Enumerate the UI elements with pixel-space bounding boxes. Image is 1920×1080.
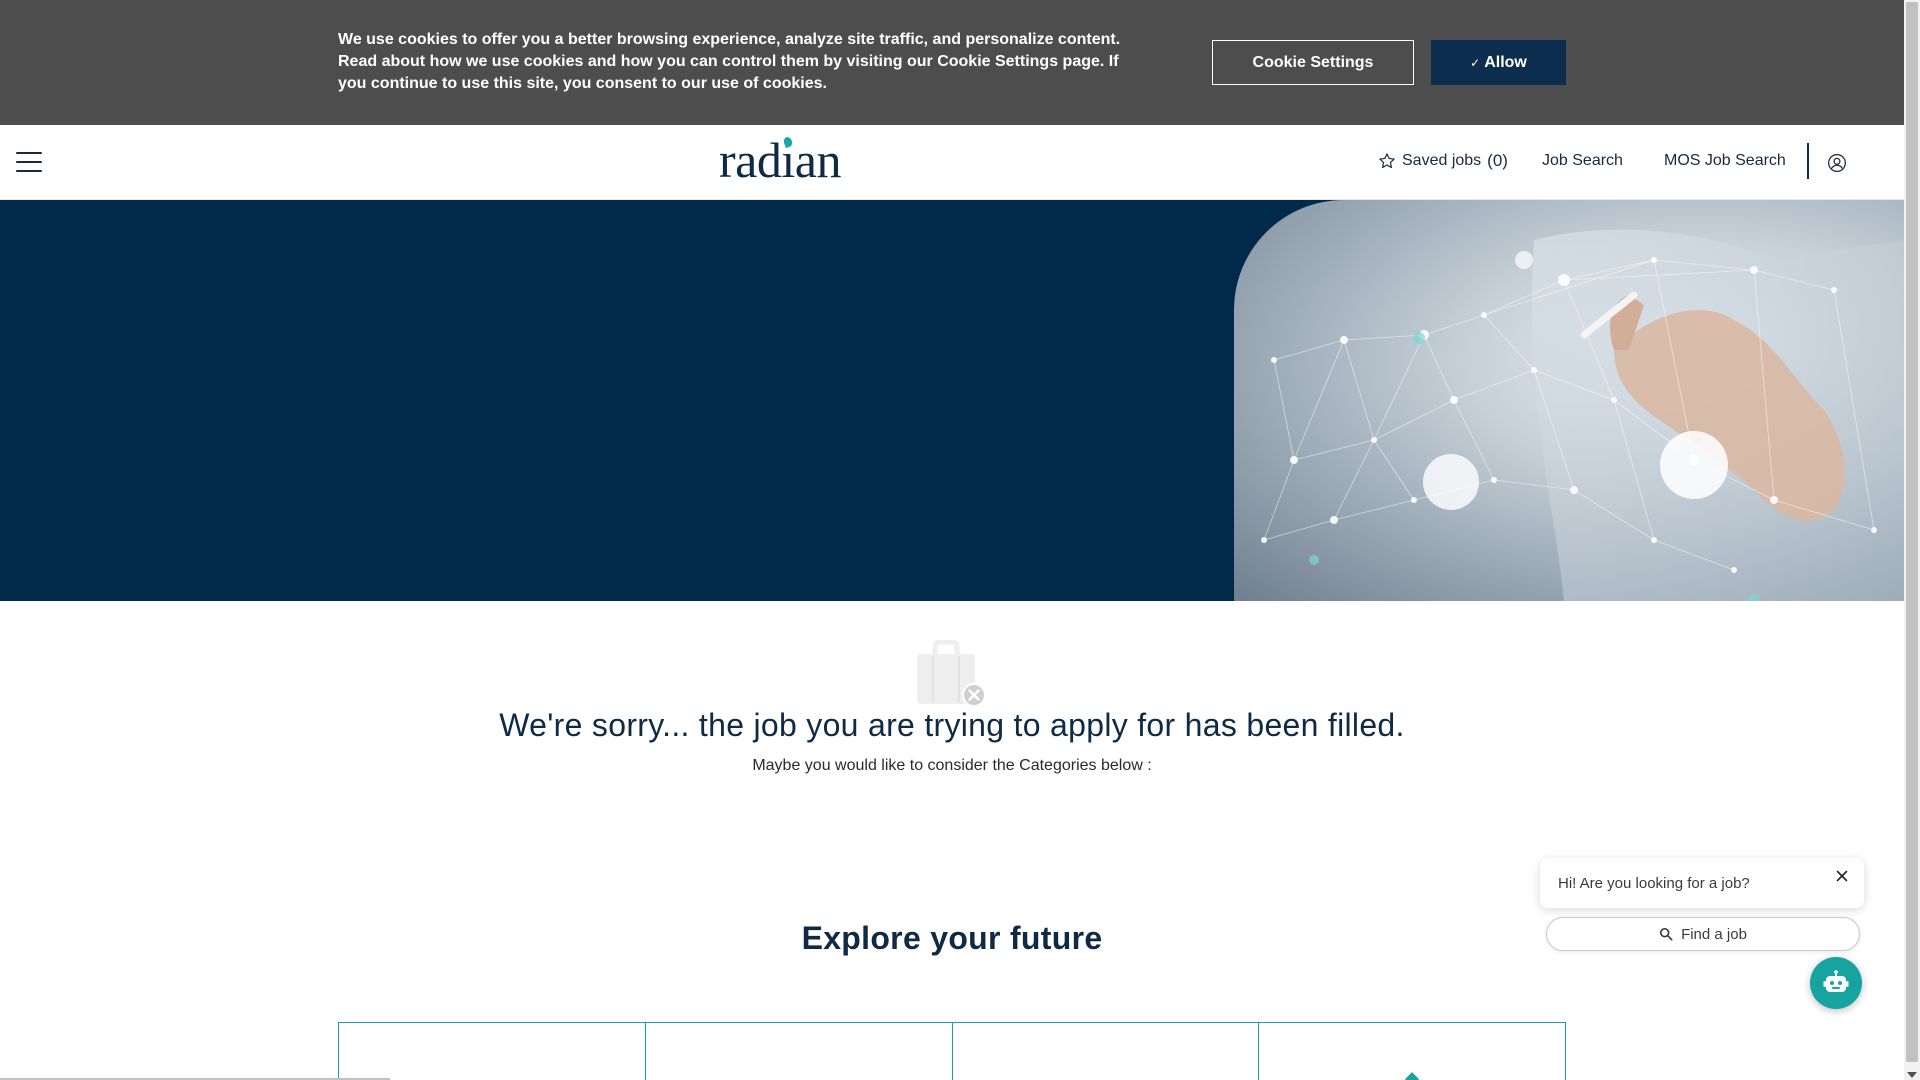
network-graphic bbox=[1261, 229, 1904, 601]
nav-divider bbox=[1807, 143, 1809, 179]
cookie-banner-text: We use cookies to offer you a better bro… bbox=[338, 31, 1121, 92]
category-card[interactable] bbox=[1259, 1023, 1565, 1080]
chatbot-launcher-button[interactable] bbox=[1810, 957, 1862, 1009]
search-icon bbox=[1660, 927, 1673, 941]
hero-banner bbox=[0, 200, 1904, 601]
saved-jobs-label: Saved jobs bbox=[1402, 152, 1482, 169]
scrollbar-thumb[interactable] bbox=[1906, 2, 1918, 1062]
hero-network-image bbox=[1234, 200, 1904, 601]
robot-icon bbox=[1823, 970, 1849, 992]
hamburger-menu-icon[interactable] bbox=[16, 152, 42, 172]
category-card[interactable] bbox=[339, 1023, 646, 1080]
star-outline-icon bbox=[1379, 153, 1395, 169]
find-a-job-button[interactable]: Find a job bbox=[1546, 917, 1860, 951]
allow-cookies-button[interactable]: ✓ Allow bbox=[1431, 40, 1566, 85]
vertical-scrollbar[interactable] bbox=[1904, 0, 1920, 1080]
user-circle-icon[interactable] bbox=[1827, 153, 1847, 173]
radian-logo[interactable]: radı an bbox=[719, 131, 841, 189]
site-header: radı an Saved jobs (0) Job Search MOS Job… bbox=[0, 125, 1904, 200]
category-icon bbox=[1405, 1072, 1420, 1080]
close-icon[interactable] bbox=[1834, 868, 1850, 884]
briefcase-x-icon bbox=[917, 640, 986, 707]
category-cards bbox=[338, 1022, 1566, 1080]
scroll-down-arrow-icon[interactable] bbox=[1907, 1072, 1917, 1078]
saved-jobs-link[interactable]: Saved jobs (0) bbox=[1378, 151, 1508, 171]
find-a-job-label: Find a job bbox=[1681, 925, 1747, 943]
job-filled-subtitle: Maybe you would like to consider the Cat… bbox=[752, 757, 1152, 774]
logo-text-end: an bbox=[794, 132, 842, 188]
saved-jobs-count: (0) bbox=[1487, 151, 1508, 170]
mos-job-search-link[interactable]: MOS Job Search bbox=[1664, 152, 1786, 170]
category-card[interactable] bbox=[646, 1023, 953, 1080]
logo-text-start: rad bbox=[719, 132, 782, 188]
cookie-settings-button[interactable]: Cookie Settings bbox=[1212, 40, 1414, 85]
job-search-link[interactable]: Job Search bbox=[1542, 152, 1623, 170]
check-icon: ✓ bbox=[1470, 55, 1481, 70]
job-filled-heading: We're sorry... the job you are trying to… bbox=[499, 707, 1405, 743]
allow-cookies-label: Allow bbox=[1484, 53, 1527, 71]
chat-greeting-text: Hi! Are you looking for a job? bbox=[1558, 875, 1750, 892]
chat-greeting-bubble: Hi! Are you looking for a job? bbox=[1540, 858, 1864, 908]
category-card[interactable] bbox=[953, 1023, 1260, 1080]
cookie-banner: We use cookies to offer you a better bro… bbox=[0, 0, 1904, 125]
